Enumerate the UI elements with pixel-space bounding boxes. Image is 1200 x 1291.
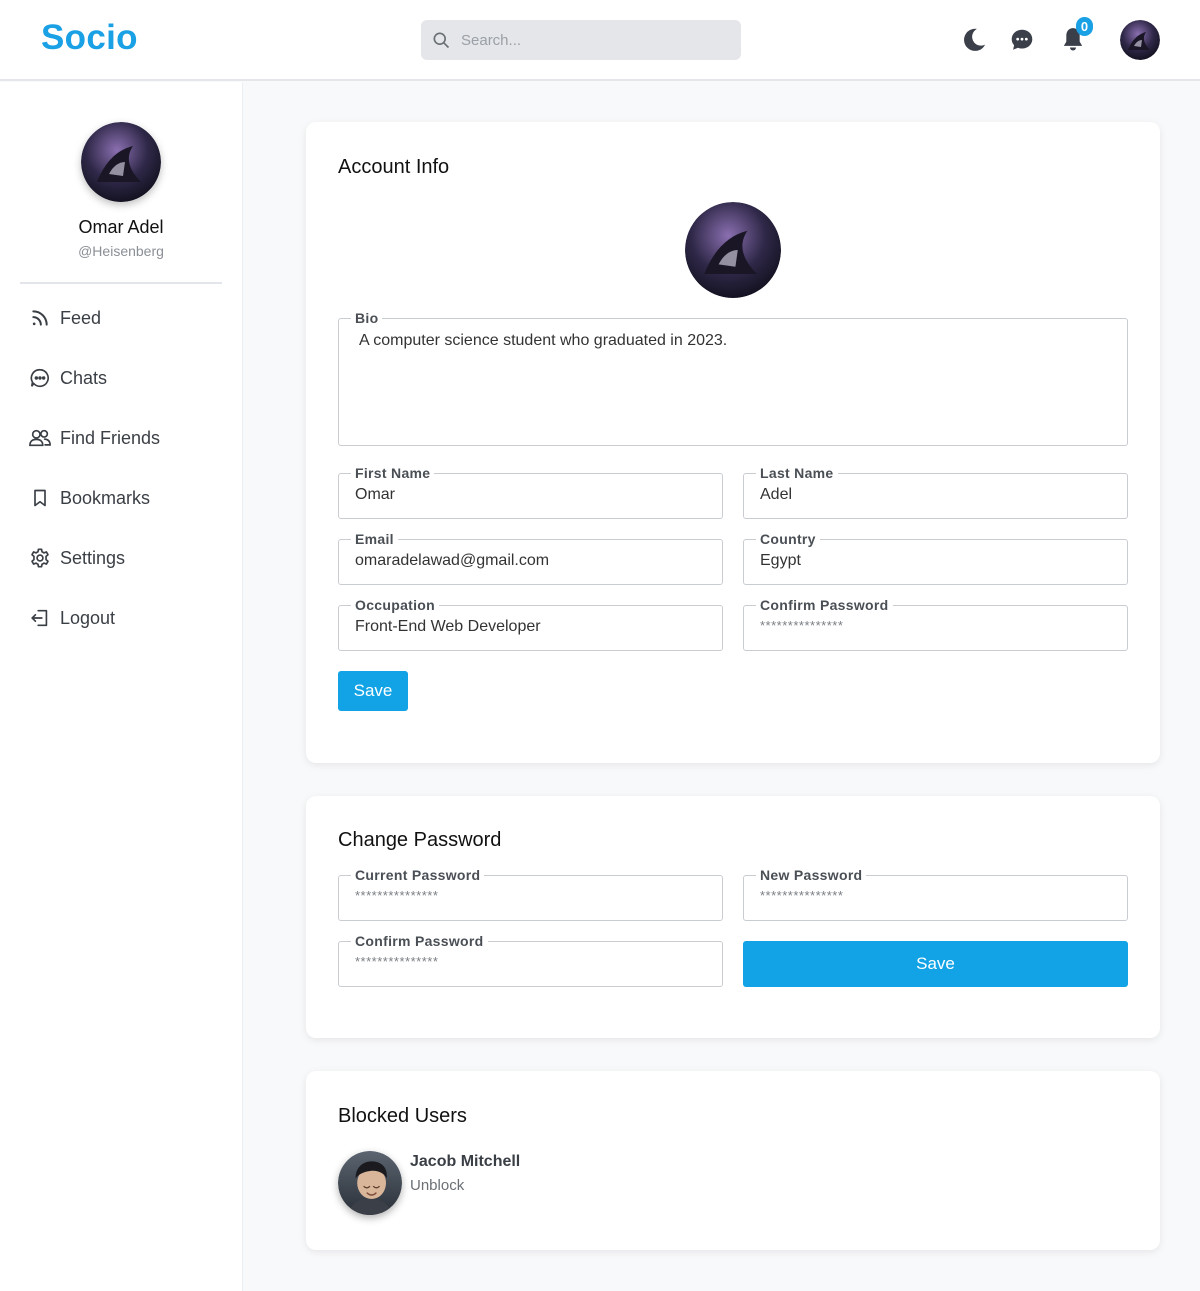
top-navbar: Socio 0 <box>0 0 1200 81</box>
sidebar-item-logout[interactable]: Logout <box>28 603 115 633</box>
logout-icon <box>28 606 52 630</box>
blocked-users-card: Blocked Users Jacob Mitchell Unblock <box>306 1071 1160 1250</box>
current-password-field[interactable]: Current Password *************** <box>338 867 723 921</box>
save-account-button[interactable]: Save <box>338 671 408 711</box>
rss-icon <box>28 306 52 330</box>
card-title: Account Info <box>338 156 450 178</box>
sidebar-item-settings[interactable]: Settings <box>28 543 125 573</box>
password-mask[interactable]: *************** <box>760 618 843 633</box>
sidebar-item-label: Find Friends <box>60 427 161 448</box>
email-input[interactable] <box>355 552 706 570</box>
field-label: Confirm Password <box>756 597 893 613</box>
search-bar[interactable] <box>421 20 741 60</box>
moon-icon[interactable] <box>959 24 989 56</box>
password-mask[interactable]: *************** <box>355 888 438 903</box>
blocked-user-name[interactable]: Jacob Mitchell <box>410 1153 520 1171</box>
field-label: Confirm Password <box>351 933 488 949</box>
app-logo[interactable]: Socio <box>41 18 138 58</box>
first-name-input[interactable] <box>355 486 706 504</box>
card-title: Blocked Users <box>338 1105 467 1127</box>
occupation-field[interactable]: Occupation <box>338 597 723 651</box>
confirm-password-field[interactable]: Confirm Password *************** <box>743 597 1128 651</box>
sidebar-item-find-friends[interactable]: Find Friends <box>28 423 160 453</box>
last-name-input[interactable] <box>760 486 1111 504</box>
confirm-new-password-field[interactable]: Confirm Password *************** <box>338 933 723 987</box>
sidebar-item-label: Feed <box>60 307 102 328</box>
chat-bubble-icon <box>28 366 52 390</box>
country-field[interactable]: Country <box>743 531 1128 585</box>
profile-avatar[interactable] <box>81 122 161 202</box>
occupation-input[interactable] <box>355 618 706 636</box>
sidebar-item-feed[interactable]: Feed <box>28 303 101 333</box>
gear-icon <box>28 546 52 570</box>
sidebar-item-label: Bookmarks <box>60 487 151 508</box>
field-label: New Password <box>756 867 867 883</box>
search-input[interactable] <box>461 20 731 60</box>
change-password-card: Change Password Current Password *******… <box>306 796 1160 1038</box>
country-input[interactable] <box>760 552 1111 570</box>
account-info-card: Account Info Bio A computer science stud… <box>306 122 1160 763</box>
unblock-button[interactable]: Unblock <box>410 1177 464 1194</box>
bio-textarea[interactable]: A computer science student who graduated… <box>359 331 1115 431</box>
search-icon <box>433 32 450 49</box>
blocked-user-avatar[interactable] <box>338 1151 402 1215</box>
chat-icon[interactable] <box>1007 24 1037 56</box>
profile-handle: @Heisenberg <box>78 243 164 259</box>
notification-badge: 0 <box>1076 17 1093 36</box>
sidebar-item-chats[interactable]: Chats <box>28 363 107 393</box>
sidebar: Omar Adel @Heisenberg Feed Chats Find Fr… <box>0 82 243 1291</box>
users-icon <box>28 426 52 450</box>
field-label: Country <box>756 531 820 547</box>
bookmark-icon <box>28 486 52 510</box>
new-password-field[interactable]: New Password *************** <box>743 867 1128 921</box>
field-label: Current Password <box>351 867 485 883</box>
user-avatar[interactable] <box>1120 20 1160 60</box>
sidebar-item-label: Settings <box>60 547 126 568</box>
profile-name: Omar Adel <box>78 217 164 237</box>
first-name-field[interactable]: First Name <box>338 465 723 519</box>
field-label: Last Name <box>756 465 838 481</box>
password-mask[interactable]: *************** <box>760 888 843 903</box>
card-title: Change Password <box>338 829 502 851</box>
last-name-field[interactable]: Last Name <box>743 465 1128 519</box>
field-label: Bio <box>351 310 383 326</box>
field-label: Email <box>351 531 398 547</box>
save-password-button[interactable]: Save <box>743 941 1128 987</box>
email-field[interactable]: Email <box>338 531 723 585</box>
field-label: First Name <box>351 465 435 481</box>
sidebar-item-bookmarks[interactable]: Bookmarks <box>28 483 150 513</box>
field-label: Occupation <box>351 597 440 613</box>
sidebar-item-label: Logout <box>60 607 116 628</box>
sidebar-divider <box>20 282 222 284</box>
sidebar-item-label: Chats <box>60 367 108 388</box>
password-mask[interactable]: *************** <box>355 954 438 969</box>
account-avatar[interactable] <box>685 202 781 298</box>
bio-field[interactable]: Bio A computer science student who gradu… <box>338 310 1128 446</box>
